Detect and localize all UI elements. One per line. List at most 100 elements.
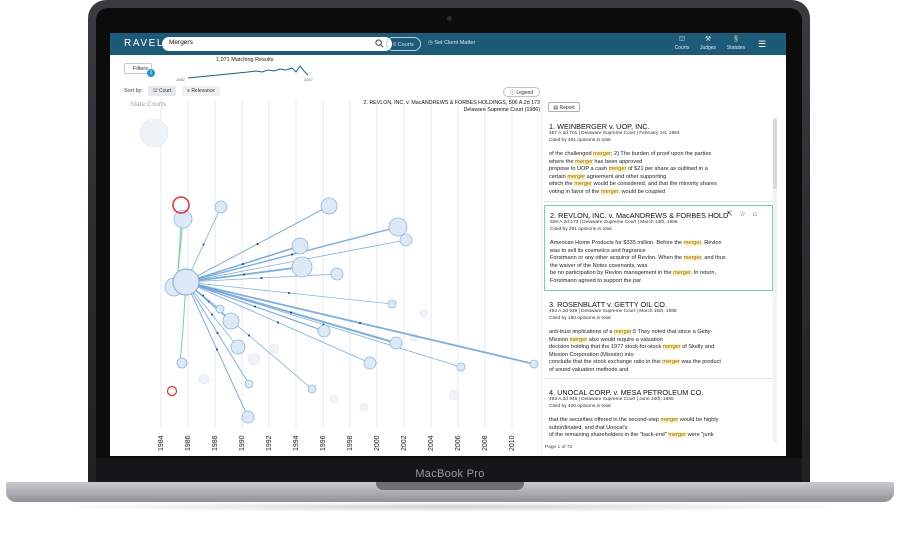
search-term-highlight: merger <box>608 166 627 173</box>
snippet-text: of Skelly and <box>680 344 715 351</box>
citing-case-node[interactable] <box>320 197 338 215</box>
citing-case-node[interactable] <box>241 410 255 424</box>
search-icon[interactable] <box>375 39 384 48</box>
result-card-1[interactable]: 1. WEINBERGER v. UOP, INC. 457 A.2d 701 … <box>544 117 773 202</box>
snippet-text: was the product <box>679 359 721 366</box>
citing-case-node[interactable] <box>387 299 397 309</box>
citing-case-node[interactable] <box>244 379 254 389</box>
result-cited: Cited by 420 opinions in total <box>549 404 611 409</box>
snippet-line: that the securities offered in the secon… <box>549 417 769 425</box>
search-term-highlight: merger <box>683 255 702 262</box>
snippet-text: decision holding that the 1977 stock-for… <box>549 344 663 351</box>
snippet-text: has been approved <box>592 158 643 165</box>
citing-case-node[interactable] <box>529 359 539 369</box>
snippet-text: . In return, <box>690 270 717 277</box>
citing-case-node[interactable] <box>291 256 313 278</box>
sort-court-button[interactable]: ⛫ Court <box>148 86 177 96</box>
year-tick-label: 1992 <box>266 435 273 451</box>
snippet-line: which the merger would be considered, an… <box>549 181 769 189</box>
report-button[interactable]: ▤ Report <box>548 102 580 112</box>
nav-judges[interactable]: ⚒ Judges <box>694 36 722 51</box>
open-external-icon[interactable]: ⇱ <box>727 211 740 218</box>
nav-statutes[interactable]: § Statutes <box>722 36 750 51</box>
background-case-node[interactable] <box>448 389 460 401</box>
search-term-highlight: merger <box>575 158 593 165</box>
search-term-highlight: merger <box>668 432 687 439</box>
search-term-highlight: merger <box>673 270 691 277</box>
search-input[interactable]: Mergers <box>162 37 392 51</box>
citation-graph[interactable]: 1984 1986 1988 1990 1992 1994 1996 1998 2000 2002… <box>124 99 542 456</box>
background-case-node[interactable] <box>139 118 169 148</box>
focus-case-court: Delaware Supreme Court (1986) <box>463 107 540 113</box>
search-term-highlight: merger <box>683 240 702 246</box>
set-client-matter-button[interactable]: ◷ Set Client Matter <box>428 40 475 46</box>
result-cited: Cited by 150 opinions in total <box>549 316 611 321</box>
year-tick-label: 1984 <box>158 435 165 451</box>
sort-relevance-button[interactable]: ≡ Relevance <box>182 86 220 96</box>
snippet-text: was to sell its cosmetics and fragrance <box>550 247 646 254</box>
citing-case-node[interactable] <box>230 339 246 355</box>
background-case-node[interactable] <box>359 402 369 412</box>
background-case-node[interactable] <box>198 373 210 385</box>
citing-case-node[interactable] <box>456 362 466 372</box>
citing-case-node[interactable] <box>317 324 331 338</box>
citing-case-node[interactable] <box>389 336 403 350</box>
nav-judges-label: Judges <box>699 45 717 51</box>
citing-case-node[interactable] <box>388 217 408 237</box>
search-term-highlight: merger <box>660 417 679 423</box>
citing-case-node[interactable] <box>363 356 377 370</box>
snippet-text: certain <box>549 173 568 180</box>
snippet-text: Forstmann or any other acquiror of Revlo… <box>550 255 684 262</box>
citing-case-node[interactable] <box>330 267 344 281</box>
hamburger-menu-icon[interactable]: ☰ <box>758 39 766 50</box>
laptop-shadow <box>40 502 860 512</box>
snippet-line: conclude that the stock exchange ratio i… <box>549 359 769 367</box>
result-title[interactable]: 2. REVLON, INC. v. MacANDREWS & FORBES H… <box>550 211 728 220</box>
snippet-line: Mission Corporation (Mission) into <box>549 352 769 360</box>
edge-direction-marker <box>242 263 244 265</box>
courts-filter-pill[interactable]: 6 Courts <box>386 37 421 51</box>
edge-direction-marker <box>202 243 205 246</box>
snippet-text: also would require a valuation <box>587 336 663 343</box>
background-case-node[interactable] <box>329 394 339 404</box>
snippet-text: Mission <box>549 336 570 343</box>
result-card-2[interactable]: 2. REVLON, INC. v. MacANDREWS & FORBES H… <box>544 205 773 291</box>
result-card-3[interactable]: 3. ROSENBLATT v. GETTY OIL CO. 493 A.2d … <box>544 295 773 379</box>
nav-courts[interactable]: ⛫ Courts <box>668 36 696 51</box>
result-actions: ⇱☆⌂ <box>727 210 764 218</box>
snippet-line: voting in favor of the merger, would be … <box>549 188 769 197</box>
focus-case-node[interactable] <box>172 268 200 296</box>
background-case-node[interactable] <box>419 308 429 318</box>
result-title[interactable]: 4. UNOCAL CORP. v. MESA PETROLEUM CO. <box>549 388 703 397</box>
snippet-text: ; 2) The burden of proof upon the partie… <box>610 151 712 157</box>
citing-case-node[interactable] <box>222 312 240 330</box>
year-tick-label: 2010 <box>509 435 516 451</box>
snippet-line: the waiver of the Notes covenants, was <box>550 263 770 271</box>
snippet-line: anti-trust implications of a merger.5 Th… <box>549 329 769 337</box>
result-snippet: anti-trust implications of a merger.5 Th… <box>549 329 769 375</box>
app-logo: RAVEL <box>124 38 165 49</box>
citing-case-node[interactable] <box>214 200 228 214</box>
case-node[interactable] <box>176 357 188 369</box>
result-title[interactable]: 3. ROSENBLATT v. GETTY OIL CO. <box>549 300 667 309</box>
citing-case-node[interactable] <box>307 384 317 394</box>
star-icon[interactable]: ☆ <box>739 211 752 218</box>
legend-button[interactable]: ⓘ Legend <box>503 87 540 97</box>
results-timeline-sparkline[interactable] <box>188 63 308 79</box>
tag-icon[interactable]: ⌂ <box>753 211 764 218</box>
pagination-info: Page 1 of 72 <box>545 445 573 450</box>
result-card-4[interactable]: 4. UNOCAL CORP. v. MESA PETROLEUM CO. 49… <box>544 383 773 443</box>
focus-case-title: 2. REVLON, INC. v. MacANDREWS & FORBES H… <box>363 100 540 106</box>
snippet-text: that the securities offered in the secon… <box>549 417 661 423</box>
search-term-highlight: merger <box>613 329 632 335</box>
result-title[interactable]: 1. WEINBERGER v. UOP, INC. <box>549 122 650 131</box>
background-case-node[interactable] <box>247 352 261 366</box>
edge-direction-marker <box>248 334 250 337</box>
result-snippet: of the challenged merger; 2) The burden … <box>549 151 769 197</box>
snippet-text: of sound valuation methods and <box>549 366 629 373</box>
citing-case-node[interactable] <box>215 304 225 314</box>
background-case-node[interactable] <box>268 343 280 355</box>
citing-case-node[interactable] <box>291 237 309 255</box>
results-scrollbar-thumb[interactable] <box>773 119 777 189</box>
citing-case-node[interactable] <box>399 233 413 247</box>
